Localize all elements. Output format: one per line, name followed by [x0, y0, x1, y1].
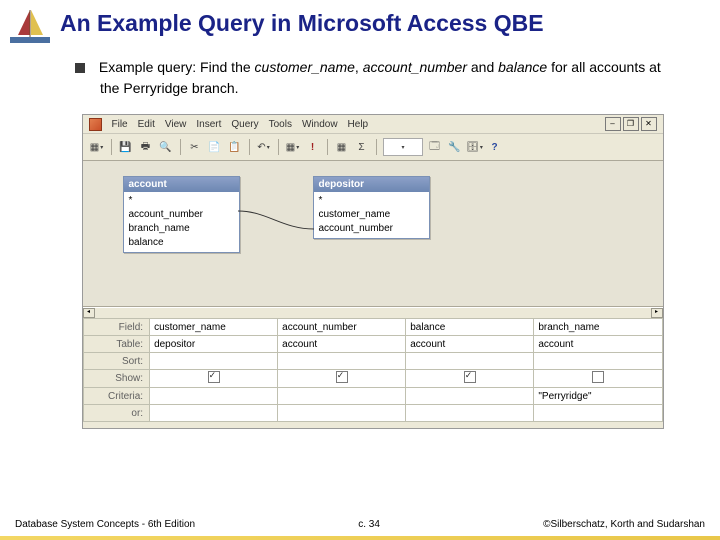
cell-sort-3[interactable]: [534, 353, 662, 370]
table-account-fields: * account_number branch_name balance: [124, 192, 239, 252]
copy-button[interactable]: 📄: [207, 139, 223, 155]
menu-window[interactable]: Window: [302, 119, 338, 130]
design-area: account * account_number branch_name bal…: [83, 161, 663, 307]
menu-file[interactable]: File: [112, 119, 128, 130]
cell-field-1[interactable]: account_number: [278, 319, 406, 336]
menu-tools[interactable]: Tools: [269, 119, 292, 130]
cell-criteria-3[interactable]: "Perryridge": [534, 388, 662, 405]
cell-table-2[interactable]: account: [406, 336, 534, 353]
cut-button[interactable]: ✂: [187, 139, 203, 155]
app-icon: [89, 118, 102, 131]
scroll-left-icon[interactable]: ◂: [83, 308, 95, 318]
cell-table-1[interactable]: account: [278, 336, 406, 353]
slide-title: An Example Query in Microsoft Access QBE: [0, 0, 720, 37]
table-account-title: account: [124, 177, 239, 192]
minimize-button[interactable]: –: [605, 117, 621, 131]
row-show: Show:: [83, 370, 150, 388]
cell-criteria-1[interactable]: [278, 388, 406, 405]
cell-or-1[interactable]: [278, 405, 406, 422]
build-button[interactable]: 🔧: [447, 139, 463, 155]
row-sort: Sort:: [83, 353, 150, 370]
menu-view[interactable]: View: [165, 119, 187, 130]
cell-field-3[interactable]: branch_name: [534, 319, 662, 336]
totals-button[interactable]: Σ: [354, 139, 370, 155]
toolbar: ▦ 💾 🖶 🔍 ✂ 📄 📋 ↶ ▦ ! ▦ Σ 🗔 🔧 🗄 ?: [83, 134, 663, 161]
row-criteria: Criteria:: [83, 388, 150, 405]
table-depositor-title: depositor: [314, 177, 429, 192]
dbwindow-button[interactable]: 🗄: [467, 139, 483, 155]
table-depositor-fields: * customer_name account_number: [314, 192, 429, 238]
table-depositor[interactable]: depositor * customer_name account_number: [313, 176, 430, 239]
cell-field-0[interactable]: customer_name: [150, 319, 278, 336]
restore-button[interactable]: ❐: [623, 117, 639, 131]
save-button[interactable]: 💾: [118, 139, 134, 155]
print-button[interactable]: 🖶: [138, 139, 154, 155]
cell-or-0[interactable]: [150, 405, 278, 422]
menu-help[interactable]: Help: [348, 119, 369, 130]
menu-insert[interactable]: Insert: [196, 119, 221, 130]
checkbox-icon[interactable]: [336, 371, 348, 383]
cell-or-2[interactable]: [406, 405, 534, 422]
cell-show-3[interactable]: [534, 370, 662, 388]
row-table: Table:: [83, 336, 150, 353]
cell-sort-0[interactable]: [150, 353, 278, 370]
cell-or-3[interactable]: [534, 405, 662, 422]
cell-show-2[interactable]: [406, 370, 534, 388]
access-window: File Edit View Insert Query Tools Window…: [82, 114, 664, 429]
run-button[interactable]: !: [305, 139, 321, 155]
querytype-button[interactable]: ▦: [285, 139, 301, 155]
menu-edit[interactable]: Edit: [138, 119, 155, 130]
footer-left: Database System Concepts - 6th Edition: [15, 519, 195, 530]
scroll-right-icon[interactable]: ▸: [651, 308, 663, 318]
footer-center: c. 34: [358, 519, 380, 530]
paste-button[interactable]: 📋: [227, 139, 243, 155]
bullet-text: Example query: Find the customer_name, a…: [99, 59, 661, 96]
close-button[interactable]: ✕: [641, 117, 657, 131]
menu-query[interactable]: Query: [231, 119, 258, 130]
cell-table-3[interactable]: account: [534, 336, 662, 353]
bullet-square-icon: [75, 63, 85, 73]
menubar: File Edit View Insert Query Tools Window…: [83, 115, 663, 134]
cell-field-2[interactable]: balance: [406, 319, 534, 336]
row-field: Field:: [83, 319, 150, 336]
checkbox-icon[interactable]: [208, 371, 220, 383]
row-or: or:: [83, 405, 150, 422]
footer-right: ©Silberschatz, Korth and Sudarshan: [543, 519, 705, 530]
cell-criteria-2[interactable]: [406, 388, 534, 405]
design-hscroll[interactable]: ◂ ▸: [83, 307, 663, 316]
view-button[interactable]: ▦: [89, 139, 105, 155]
checkbox-icon[interactable]: [464, 371, 476, 383]
cell-show-1[interactable]: [278, 370, 406, 388]
window-controls: – ❐ ✕: [605, 117, 657, 131]
cell-sort-2[interactable]: [406, 353, 534, 370]
cell-criteria-0[interactable]: [150, 388, 278, 405]
slide-border: [0, 536, 720, 540]
showtable-button[interactable]: ▦: [334, 139, 350, 155]
cell-sort-1[interactable]: [278, 353, 406, 370]
slide-footer: Database System Concepts - 6th Edition c…: [15, 519, 705, 530]
undo-button[interactable]: ↶: [256, 139, 272, 155]
table-account[interactable]: account * account_number branch_name bal…: [123, 176, 240, 253]
cell-table-0[interactable]: depositor: [150, 336, 278, 353]
preview-button[interactable]: 🔍: [158, 139, 174, 155]
properties-button[interactable]: 🗔: [427, 139, 443, 155]
checkbox-icon[interactable]: [592, 371, 604, 383]
toprows-button[interactable]: [383, 138, 423, 156]
slide-content: Example query: Find the customer_name, a…: [0, 37, 720, 429]
help-button[interactable]: ?: [487, 139, 503, 155]
cell-show-0[interactable]: [150, 370, 278, 388]
join-line: [237, 209, 315, 233]
qbe-grid: Field: customer_name account_number bala…: [83, 316, 663, 428]
